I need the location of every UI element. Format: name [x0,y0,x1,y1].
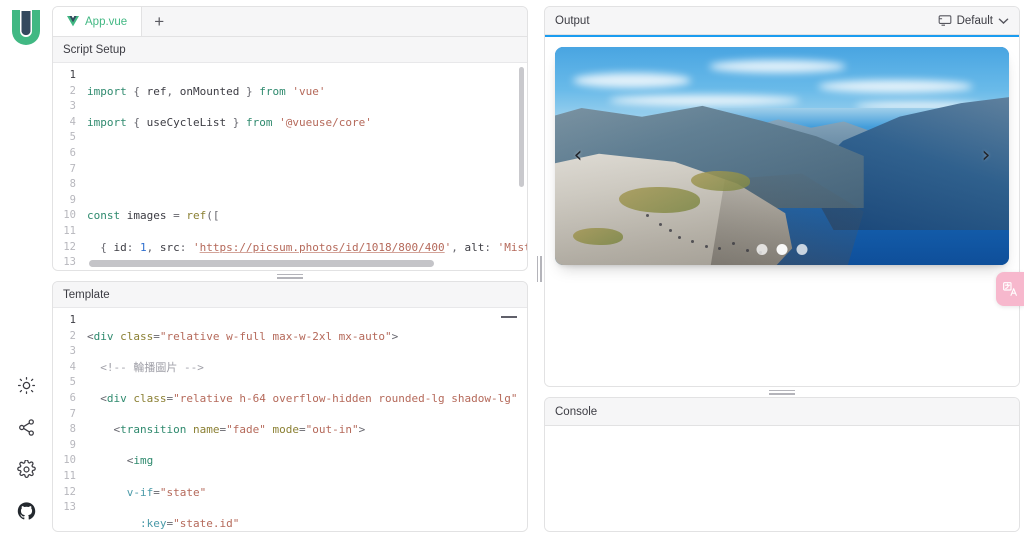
template-code-scroll[interactable]: 12345 6 7 8 9 10 11 12 13 <div class="relative… [53,308,527,531]
script-code-scroll[interactable]: 12345 6 7 8 9 10 11 12 13 import { ref, onMoun… [53,63,527,270]
editor-vertical-split-handle[interactable] [52,271,528,281]
people-dot [645,214,649,218]
chevron-down-icon [998,17,1009,24]
settings-button[interactable] [15,458,37,480]
people-dot [745,248,749,252]
script-pane-title: Script Setup [63,43,126,56]
people-dot [668,229,672,233]
output-mode-label: Default [956,14,993,27]
output-console-split-handle[interactable] [544,387,1020,397]
moss-patch [618,186,701,213]
rail-icon-group [15,374,37,538]
add-tab-button[interactable]: + [142,7,176,36]
console-header: Console [545,398,1019,426]
console-output[interactable] [545,426,1019,531]
theme-toggle-button[interactable] [15,374,37,396]
github-button[interactable] [15,500,37,522]
tab-label: App.vue [85,15,128,28]
script-line-numbers: 12345 6 7 8 9 10 11 12 13 [63,69,76,269]
moss-patch [691,171,751,191]
script-pane-header: Script Setup [53,37,527,63]
browser-icon [938,15,951,26]
carousel-prev-button[interactable]: ‹ [567,139,589,173]
output-header: Output Default [545,7,1019,35]
cloud [609,94,801,106]
carousel-dot[interactable] [756,244,768,255]
carousel-next-button[interactable]: › [975,139,997,173]
people-dot [704,244,708,248]
tab-app-vue[interactable]: App.vue [53,7,143,36]
share-button[interactable] [15,416,37,438]
editor-tab-bar: App.vue + [53,7,527,37]
script-horizontal-scrollbar[interactable] [89,260,434,267]
language-switch-tab[interactable] [996,272,1024,306]
editor-column: App.vue + Script Setup 12345 6 7 8 9 10 11 12… [52,0,534,538]
console-title: Console [555,405,598,418]
left-icon-rail [0,0,52,538]
script-setup-pane: App.vue + Script Setup 12345 6 7 8 9 10 11 12… [52,6,528,271]
vueuse-logo[interactable] [7,6,45,50]
output-body: ‹ › [545,37,1019,386]
template-pane-title: Template [63,288,110,301]
image-carousel[interactable]: ‹ › [555,47,1009,265]
template-pane: Template 12345 6 7 8 9 10 11 12 13 <div class=… [52,281,528,532]
translate-icon [1003,282,1017,296]
template-code-area[interactable]: 12345 6 7 8 9 10 11 12 13 <div class="relative… [53,308,527,531]
template-line-numbers: 12345 6 7 8 9 10 11 12 13 [63,314,76,514]
preview-column: Output Default ‹ › Console [544,0,1024,538]
carousel-dot[interactable] [796,244,808,255]
cloud [709,60,846,74]
console-pane: Console [544,397,1020,532]
vue-icon [67,16,79,27]
output-mode-selector[interactable]: Default [938,14,1009,27]
output-title: Output [555,14,590,27]
carousel-image [555,47,1009,265]
playground-app: App.vue + Script Setup 12345 6 7 8 9 10 11 12… [0,0,1024,538]
template-pane-header: Template [53,282,527,308]
output-pane: Output Default ‹ › [544,6,1020,387]
script-code-area[interactable]: 12345 6 7 8 9 10 11 12 13 import { ref, onMoun… [53,63,527,270]
script-vertical-scrollbar[interactable] [519,67,524,187]
main-horizontal-split-handle[interactable] [534,0,544,538]
template-minimize-button[interactable] [501,316,517,318]
carousel-dot[interactable] [776,244,788,255]
cloud [818,79,973,93]
template-code-text[interactable]: <div class="relative w-full max-w-2xl mx… [83,313,527,531]
people-dot [677,235,681,239]
carousel-dots [756,244,808,255]
script-code-text[interactable]: import { ref, onMounted } from 'vue' imp… [83,68,527,270]
